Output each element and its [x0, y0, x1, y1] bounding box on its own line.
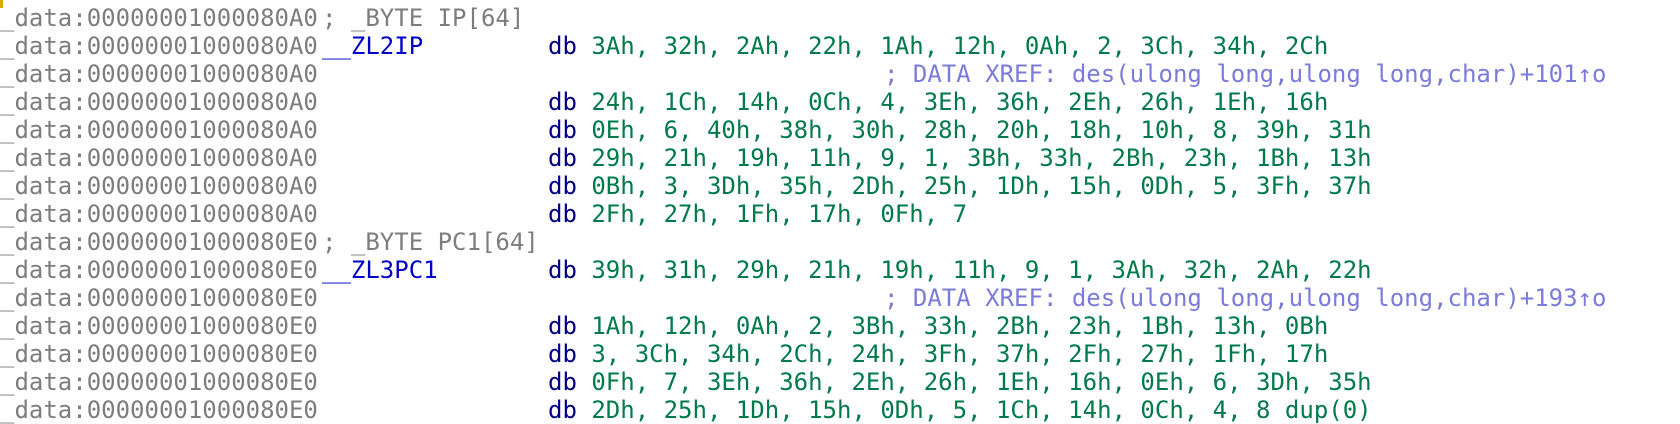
symbol-label[interactable]: __ZL3PC1	[322, 256, 438, 284]
line-address[interactable]: _data:00000001000080A0	[0, 4, 318, 32]
operands[interactable]: 29h, 21h, 19h, 11h, 9, 1, 3Bh, 33h, 2Bh,…	[591, 144, 1371, 172]
mnemonic[interactable]: db	[548, 32, 577, 60]
listing-line[interactable]: _data:00000001000080E0; _BYTE PC1[64]	[0, 228, 1680, 256]
operands[interactable]: 2Fh, 27h, 1Fh, 17h, 0Fh, 7	[591, 200, 967, 228]
listing-line[interactable]: _data:00000001000080E0 db 0Fh, 7, 3Eh, 36…	[0, 368, 1680, 396]
line-address[interactable]: _data:00000001000080A0	[0, 88, 318, 116]
listing-line[interactable]: _data:00000001000080A0 db 0Bh, 3, 3Dh, 35…	[0, 172, 1680, 200]
listing-line[interactable]: _data:00000001000080A0 db 24h, 1Ch, 14h, …	[0, 88, 1680, 116]
mnemonic[interactable]: db	[548, 116, 577, 144]
line-address[interactable]: _data:00000001000080A0	[0, 144, 318, 172]
mnemonic[interactable]: db	[548, 144, 577, 172]
line-address[interactable]: _data:00000001000080E0	[0, 312, 318, 340]
data-xref-comment[interactable]: ; DATA XREF: des(ulong long,ulong long,c…	[884, 60, 1606, 88]
instruction[interactable]: db 29h, 21h, 19h, 11h, 9, 1, 3Bh, 33h, 2…	[548, 144, 1372, 172]
operands[interactable]: 1Ah, 12h, 0Ah, 2, 3Bh, 33h, 2Bh, 23h, 1B…	[591, 312, 1328, 340]
listing-line[interactable]: _data:00000001000080A0 __ZL2IP db 3Ah, 32h…	[0, 32, 1680, 60]
instruction[interactable]: db 1Ah, 12h, 0Ah, 2, 3Bh, 33h, 2Bh, 23h,…	[548, 312, 1328, 340]
operands[interactable]: 0Eh, 6, 40h, 38h, 30h, 28h, 20h, 18h, 10…	[591, 116, 1371, 144]
line-address[interactable]: _data:00000001000080A0	[0, 60, 318, 88]
operands[interactable]: 3Ah, 32h, 2Ah, 22h, 1Ah, 12h, 0Ah, 2, 3C…	[591, 32, 1328, 60]
line-address[interactable]: _data:00000001000080A0	[0, 172, 318, 200]
operands[interactable]: 0Fh, 7, 3Eh, 36h, 2Eh, 26h, 1Eh, 16h, 0E…	[591, 368, 1371, 396]
instruction[interactable]: db 3, 3Ch, 34h, 2Ch, 24h, 3Fh, 37h, 2Fh,…	[548, 340, 1328, 368]
type-comment: ; _BYTE IP[64]	[322, 4, 525, 32]
line-address[interactable]: _data:00000001000080E0	[0, 228, 318, 256]
line-address[interactable]: _data:00000001000080E0	[0, 340, 318, 368]
line-address[interactable]: _data:00000001000080A0	[0, 116, 318, 144]
line-address[interactable]: _data:00000001000080E0	[0, 256, 318, 284]
listing-line[interactable]: _data:00000001000080A0; _BYTE IP[64]	[0, 4, 1680, 32]
listing-line[interactable]: _data:00000001000080A0 db 29h, 21h, 19h, …	[0, 144, 1680, 172]
mnemonic[interactable]: db	[548, 200, 577, 228]
listing-line[interactable]: _data:00000001000080E0 db 1Ah, 12h, 0Ah, …	[0, 312, 1680, 340]
data-xref-comment[interactable]: ; DATA XREF: des(ulong long,ulong long,c…	[884, 284, 1606, 312]
listing-line[interactable]: _data:00000001000080A0 db 0Eh, 6, 40h, 38…	[0, 116, 1680, 144]
disassembly-listing[interactable]: _data:00000001000080A0; _BYTE IP[64] _dat…	[0, 4, 1680, 424]
listing-line[interactable]: _data:00000001000080E0 db 3, 3Ch, 34h, 2C…	[0, 340, 1680, 368]
mnemonic[interactable]: db	[548, 340, 577, 368]
symbol-label[interactable]: __ZL2IP	[322, 32, 423, 60]
instruction[interactable]: db 0Eh, 6, 40h, 38h, 30h, 28h, 20h, 18h,…	[548, 116, 1372, 144]
listing-line[interactable]: _data:00000001000080A0 ; DATA XREF: des(u…	[0, 60, 1680, 88]
operands[interactable]: 24h, 1Ch, 14h, 0Ch, 4, 3Eh, 36h, 2Eh, 26…	[591, 88, 1328, 116]
listing-line[interactable]: _data:00000001000080E0 ; DATA XREF: des(u…	[0, 284, 1680, 312]
line-address[interactable]: _data:00000001000080E0	[0, 284, 318, 312]
instruction[interactable]: db 0Fh, 7, 3Eh, 36h, 2Eh, 26h, 1Eh, 16h,…	[548, 368, 1372, 396]
operands[interactable]: 3, 3Ch, 34h, 2Ch, 24h, 3Fh, 37h, 2Fh, 27…	[591, 340, 1328, 368]
line-address[interactable]: _data:00000001000080E0	[0, 368, 318, 396]
mnemonic[interactable]: db	[548, 88, 577, 116]
mnemonic[interactable]: db	[548, 256, 577, 284]
instruction[interactable]: db 3Ah, 32h, 2Ah, 22h, 1Ah, 12h, 0Ah, 2,…	[548, 32, 1328, 60]
listing-line[interactable]: _data:00000001000080E0 __ZL3PC1 db 39h, 31…	[0, 256, 1680, 284]
instruction[interactable]: db 2Fh, 27h, 1Fh, 17h, 0Fh, 7	[548, 200, 967, 228]
mnemonic[interactable]: db	[548, 368, 577, 396]
type-comment: ; _BYTE PC1[64]	[322, 228, 539, 256]
operands[interactable]: 0Bh, 3, 3Dh, 35h, 2Dh, 25h, 1Dh, 15h, 0D…	[591, 172, 1371, 200]
mnemonic[interactable]: db	[548, 172, 577, 200]
instruction[interactable]: db 39h, 31h, 29h, 21h, 19h, 11h, 9, 1, 3…	[548, 256, 1372, 284]
listing-line[interactable]: _data:00000001000080A0 db 2Fh, 27h, 1Fh, …	[0, 200, 1680, 228]
instruction[interactable]: db 0Bh, 3, 3Dh, 35h, 2Dh, 25h, 1Dh, 15h,…	[548, 172, 1372, 200]
line-address[interactable]: _data:00000001000080A0	[0, 32, 318, 60]
mnemonic[interactable]: db	[548, 312, 577, 340]
instruction[interactable]: db 24h, 1Ch, 14h, 0Ch, 4, 3Eh, 36h, 2Eh,…	[548, 88, 1328, 116]
operands[interactable]: 39h, 31h, 29h, 21h, 19h, 11h, 9, 1, 3Ah,…	[591, 256, 1371, 284]
line-address[interactable]: _data:00000001000080A0	[0, 200, 318, 228]
